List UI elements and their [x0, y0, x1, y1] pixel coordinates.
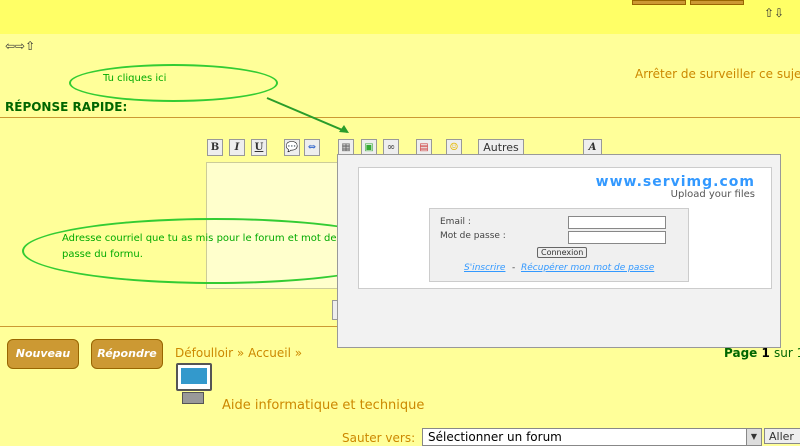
servimg-tagline: Upload your files	[670, 189, 755, 200]
quote-icon[interactable]: 💬	[284, 139, 300, 156]
popup-panel: www.servimg.com Upload your files Email …	[358, 167, 772, 289]
page-total: sur 1	[774, 346, 800, 360]
category-title[interactable]: Aide informatique et technique	[222, 398, 424, 413]
top-button[interactable]	[632, 0, 686, 5]
pagination: Page 1 sur 1	[724, 346, 800, 360]
breadcrumb-forum[interactable]: Défoulloir	[175, 346, 233, 360]
computer-icon	[176, 363, 212, 409]
rapid-reply-title: RÉPONSE RAPIDE:	[5, 100, 128, 114]
email-field[interactable]	[568, 216, 666, 229]
password-label: Mot de passe :	[440, 231, 506, 241]
password-field[interactable]	[568, 231, 666, 244]
annotation-ellipse-click	[69, 64, 278, 102]
breadcrumb-separator: »	[236, 346, 245, 360]
breadcrumb-home[interactable]: Accueil	[248, 346, 291, 360]
annotation-email-text: Adresse courriel que tu as mis pour le f…	[62, 233, 337, 260]
code-icon[interactable]: ⇔	[304, 139, 320, 156]
jump-label: Sauter vers:	[342, 431, 416, 445]
underline-button[interactable]: U	[251, 139, 267, 156]
link-separator: -	[512, 263, 516, 273]
divider	[0, 117, 800, 118]
scroll-arrows-icon[interactable]: ⇧⇩	[764, 6, 784, 20]
chevron-down-icon[interactable]: ▼	[746, 429, 761, 445]
login-box: Email : Mot de passe : Connexion S'inscr…	[429, 208, 689, 282]
email-label: Email :	[440, 217, 471, 227]
nav-arrows-icon[interactable]: ⇦⇨⇧	[5, 39, 35, 53]
servimg-popup: www.servimg.com Upload your files Email …	[337, 154, 781, 348]
new-topic-button[interactable]: Nouveau	[7, 339, 79, 369]
breadcrumb-end: »	[294, 346, 303, 360]
italic-button[interactable]: I	[229, 139, 245, 156]
recover-password-link[interactable]: Récupérer mon mot de passe	[521, 263, 654, 273]
forum-select[interactable]: Sélectionner un forum ▼	[422, 428, 762, 446]
stop-watching-link[interactable]: Arrêter de surveiller ce suje	[635, 67, 800, 81]
servimg-logo: www.servimg.com	[595, 174, 755, 190]
divider	[0, 326, 337, 327]
bold-button[interactable]: B	[207, 139, 223, 156]
top-bar: ⇧⇩	[0, 0, 800, 34]
annotation-arrow	[266, 97, 349, 133]
top-button[interactable]	[690, 0, 744, 5]
breadcrumb: Défoulloir » Accueil »	[175, 346, 302, 360]
annotation-click-text: Tu cliques ici	[103, 73, 167, 84]
page-current: 1	[761, 346, 770, 360]
page-label: Page	[724, 346, 758, 360]
register-link[interactable]: S'inscrire	[464, 263, 505, 273]
connect-button[interactable]: Connexion	[537, 247, 588, 258]
reply-button[interactable]: Répondre	[91, 339, 163, 369]
